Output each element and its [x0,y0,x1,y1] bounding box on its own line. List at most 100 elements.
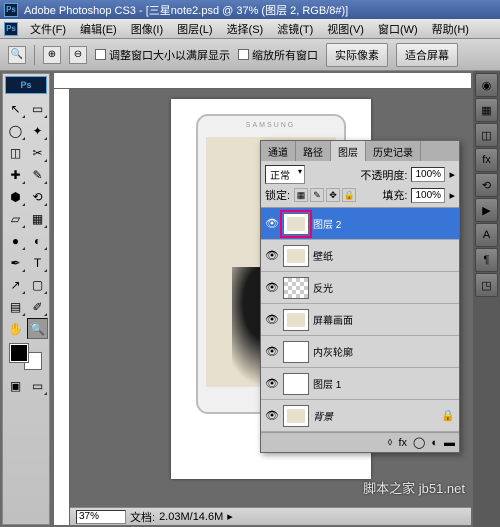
menu-image[interactable]: 图像(I) [125,19,169,39]
screenmode-icon[interactable]: ▭ [27,375,48,396]
dropdown-icon[interactable]: ▸ [449,189,455,202]
folder-icon[interactable]: ▬ [444,437,455,449]
layer-row[interactable]: 👁 屏幕画面 [261,304,459,336]
toolbox-header[interactable]: Ps [5,76,47,94]
lasso-tool[interactable]: ◯ [5,120,26,141]
wand-tool[interactable]: ✦ [27,120,48,141]
menu-window[interactable]: 窗口(W) [372,19,424,39]
layer-thumbnail[interactable] [283,277,309,299]
stamp-tool[interactable]: ⬢ [5,186,26,207]
actual-pixels-button[interactable]: 实际像素 [326,43,388,67]
layer-thumbnail[interactable] [283,213,309,235]
navigator-icon[interactable]: ◉ [475,73,498,97]
opacity-field[interactable]: 100% [411,167,445,182]
layer-thumbnail[interactable] [283,373,309,395]
visibility-icon[interactable]: 👁 [265,313,279,327]
dodge-tool[interactable]: ◐ [27,230,48,251]
layer-thumbnail[interactable] [283,341,309,363]
brush-tool[interactable]: ✎ [27,164,48,185]
lock-all-icon[interactable]: 🔒 [342,188,356,202]
visibility-icon[interactable]: 👁 [265,281,279,295]
visibility-icon[interactable]: 👁 [265,377,279,391]
layer-name[interactable]: 屏幕画面 [313,312,455,327]
layer-thumbnail[interactable] [283,405,309,427]
layer-name[interactable]: 图层 1 [313,376,455,391]
menu-edit[interactable]: 编辑(E) [74,19,123,39]
layer-row[interactable]: 👁 图层 2 [261,208,459,240]
pen-tool[interactable]: ✒ [5,252,26,273]
actions-icon[interactable]: ▶ [475,198,498,222]
menu-help[interactable]: 帮助(H) [426,19,475,39]
lock-move-icon[interactable]: ✥ [326,188,340,202]
type-tool[interactable]: T [27,252,48,273]
tab-history[interactable]: 历史记录 [366,141,421,161]
fx-icon[interactable]: fx [398,437,407,449]
dropdown-icon[interactable]: ▸ [449,168,455,181]
layer-thumbnail[interactable] [283,245,309,267]
path-tool[interactable]: ↗ [5,274,26,295]
visibility-icon[interactable]: 👁 [265,217,279,231]
shape-tool[interactable]: ▢ [27,274,48,295]
layer-row[interactable]: 👁 壁纸 [261,240,459,272]
zoom-out-icon[interactable]: ⊖ [69,46,87,64]
resize-window-checkbox[interactable]: 调整窗口大小以满屏显示 [95,47,230,63]
history-icon[interactable]: ⟲ [475,173,498,197]
zoom-tool[interactable]: 🔍 [27,318,48,339]
hand-tool[interactable]: ✋ [5,318,26,339]
zoom-field[interactable]: 37% [76,510,126,524]
menu-view[interactable]: 视图(V) [321,19,370,39]
eyedropper-tool[interactable]: ✐ [27,296,48,317]
quickmask-icon[interactable]: ▣ [5,375,26,396]
layer-name[interactable]: 图层 2 [313,216,455,231]
layer-row[interactable]: 👁 图层 1 [261,368,459,400]
zoom-in-icon[interactable]: ⊕ [43,46,61,64]
move-tool[interactable]: ↖ [5,98,26,119]
tab-channels[interactable]: 通道 [261,141,296,161]
dropdown-icon[interactable]: ▸ [227,510,233,523]
zoom-all-checkbox[interactable]: 缩放所有窗口 [238,47,318,63]
lock-transparency-icon[interactable]: ▦ [294,188,308,202]
para-icon[interactable]: ¶ [475,248,498,272]
layer-name[interactable]: 反光 [313,280,455,295]
slice-tool[interactable]: ✂ [27,142,48,163]
menu-layer[interactable]: 图层(L) [171,19,218,39]
menu-filter[interactable]: 滤镜(T) [271,19,319,39]
notes-tool[interactable]: ▤ [5,296,26,317]
char-icon[interactable]: A [475,223,498,247]
styles-icon[interactable]: fx [475,148,498,172]
visibility-icon[interactable]: 👁 [265,345,279,359]
visibility-icon[interactable]: 👁 [265,409,279,423]
mask-icon[interactable]: ◯ [413,436,425,449]
fill-field[interactable]: 100% [411,188,445,203]
layer-thumbnail[interactable] [283,309,309,331]
blur-tool[interactable]: ● [5,230,26,251]
color-swatches[interactable] [3,341,49,373]
marquee-tool[interactable]: ▭ [27,98,48,119]
foreground-color[interactable] [10,344,28,362]
menu-select[interactable]: 选择(S) [221,19,270,39]
history-brush-tool[interactable]: ⟲ [27,186,48,207]
lock-paint-icon[interactable]: ✎ [310,188,324,202]
tab-paths[interactable]: 路径 [296,141,331,161]
gradient-tool[interactable]: ▦ [27,208,48,229]
fit-screen-button[interactable]: 适合屏幕 [396,43,458,67]
eraser-tool[interactable]: ▱ [5,208,26,229]
tab-layers[interactable]: 图层 [331,141,366,161]
zoom-tool-icon[interactable]: 🔍 [8,46,26,64]
swatches-icon[interactable]: ◫ [475,123,498,147]
layer-name[interactable]: 壁纸 [313,248,455,263]
color-icon[interactable]: ▦ [475,98,498,122]
layer-row[interactable]: 👁 反光 [261,272,459,304]
layers-icon[interactable]: ◳ [475,273,498,297]
layer-name[interactable]: 背景 [313,408,437,423]
layer-row[interactable]: 👁 背景 🔒 [261,400,459,432]
visibility-icon[interactable]: 👁 [265,249,279,263]
layer-name[interactable]: 内灰轮廓 [313,344,455,359]
menu-file[interactable]: 文件(F) [24,19,72,39]
adjustment-icon[interactable]: ◐ [431,437,438,449]
crop-tool[interactable]: ◫ [5,142,26,163]
heal-tool[interactable]: ✚ [5,164,26,185]
link-icon[interactable]: ⬨ [388,436,393,449]
layer-row[interactable]: 👁 内灰轮廓 [261,336,459,368]
blend-mode-select[interactable]: 正常 [265,165,305,184]
